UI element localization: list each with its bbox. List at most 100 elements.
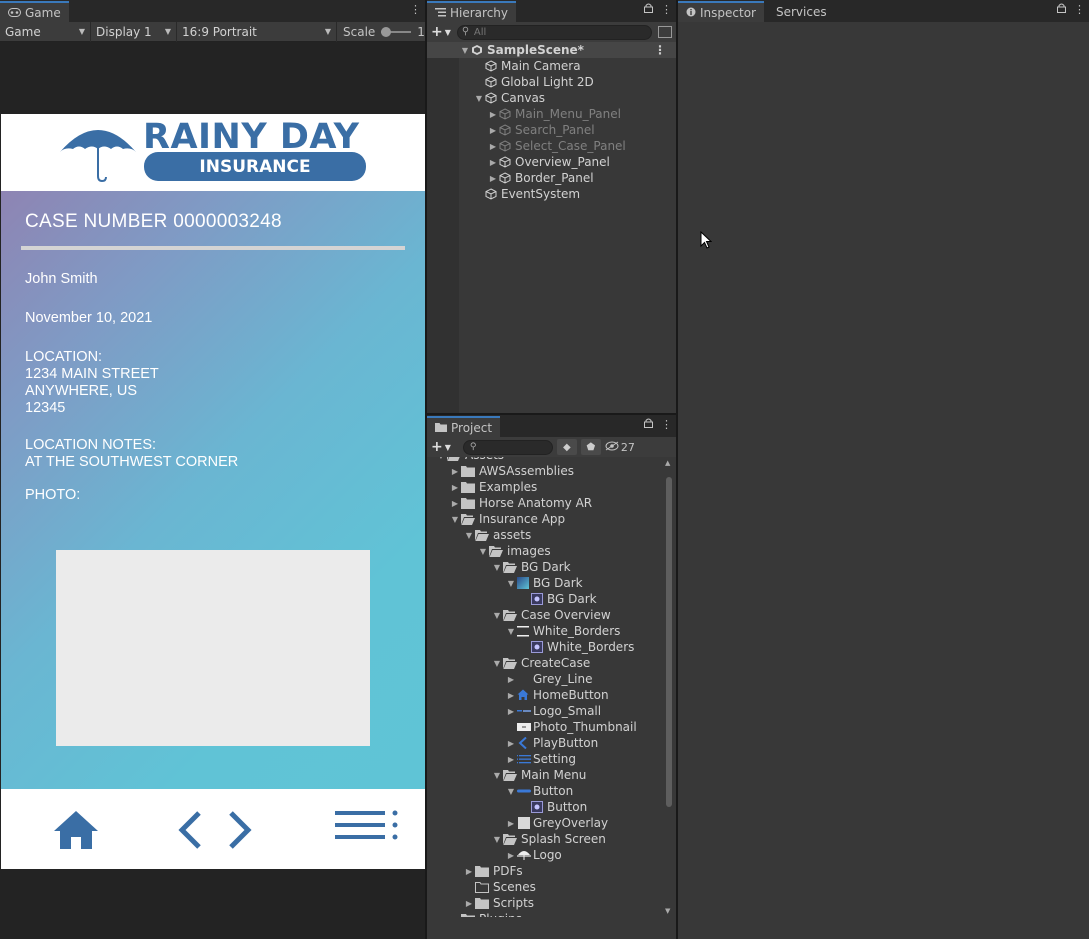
- project-item[interactable]: ▼ BG Dark: [427, 575, 662, 591]
- project-item[interactable]: ▶ Horse Anatomy AR: [427, 495, 662, 511]
- expand-down-icon[interactable]: ▼: [477, 547, 489, 556]
- tab-services[interactable]: Services: [764, 1, 835, 22]
- expand-down-icon[interactable]: ▼: [491, 771, 503, 780]
- kebab-menu-icon[interactable]: ⋮: [661, 418, 672, 431]
- expand-down-icon[interactable]: ▼: [491, 659, 503, 668]
- kebab-menu-icon[interactable]: ⋮: [661, 3, 672, 16]
- hierarchy-item[interactable]: ▼ SampleScene* ⋮: [427, 42, 676, 58]
- scroll-thumb[interactable]: [666, 477, 672, 807]
- expand-right-icon[interactable]: ▶: [487, 158, 499, 167]
- project-item[interactable]: ▶ HomeButton: [427, 687, 662, 703]
- project-item[interactable]: ▼ BG Dark: [427, 559, 662, 575]
- expand-right-icon[interactable]: ▶: [505, 819, 517, 828]
- hierarchy-item[interactable]: ▶ Search_Panel: [427, 122, 676, 138]
- project-item[interactable]: ▼ Button: [427, 783, 662, 799]
- project-item[interactable]: ▶ AWSAssemblies: [427, 463, 662, 479]
- expand-right-icon[interactable]: ▶: [487, 174, 499, 183]
- project-item[interactable]: ▼ Case Overview: [427, 607, 662, 623]
- hierarchy-search-input[interactable]: ⚲ All: [456, 24, 652, 40]
- expand-right-icon[interactable]: ▶: [505, 691, 517, 700]
- expand-down-icon[interactable]: ▼: [459, 46, 471, 55]
- hierarchy-item[interactable]: Global Light 2D: [427, 74, 676, 90]
- project-item[interactable]: ▶ Plugins: [427, 911, 662, 917]
- create-dropdown-button[interactable]: + ▼: [431, 24, 451, 40]
- expand-down-icon[interactable]: ▼: [505, 579, 517, 588]
- search-by-label-button[interactable]: ⬟: [580, 439, 601, 455]
- display-dropdown[interactable]: Display 1 ▼: [91, 21, 177, 42]
- menu-icon[interactable]: [334, 810, 400, 853]
- project-scrollbar[interactable]: ▲ ▼: [664, 457, 674, 917]
- expand-down-icon[interactable]: ▼: [435, 457, 447, 460]
- lock-icon[interactable]: [644, 3, 653, 16]
- expand-right-icon[interactable]: ▶: [449, 499, 461, 508]
- project-item[interactable]: ▼ images: [427, 543, 662, 559]
- lock-icon[interactable]: [1057, 3, 1066, 16]
- kebab-menu-icon[interactable]: ⋮: [654, 43, 666, 57]
- expand-right-icon[interactable]: ▶: [505, 851, 517, 860]
- hierarchy-item[interactable]: ▶ Overview_Panel: [427, 154, 676, 170]
- hierarchy-item[interactable]: EventSystem: [427, 186, 676, 202]
- hierarchy-item[interactable]: ▼ Canvas: [427, 90, 676, 106]
- expand-right-icon[interactable]: ▶: [487, 126, 499, 135]
- hierarchy-item[interactable]: ▶ Main_Menu_Panel: [427, 106, 676, 122]
- expand-right-icon[interactable]: ▶: [505, 755, 517, 764]
- lock-icon[interactable]: [644, 418, 653, 431]
- expand-down-icon[interactable]: ▼: [449, 515, 461, 524]
- hierarchy-item[interactable]: ▶ Border_Panel: [427, 170, 676, 186]
- hidden-packages-toggle[interactable]: 27: [605, 441, 635, 454]
- game-mode-dropdown[interactable]: Game ▼: [0, 21, 91, 42]
- project-item[interactable]: ▶ GreyOverlay: [427, 815, 662, 831]
- project-item[interactable]: ▼ assets: [427, 527, 662, 543]
- expand-down-icon[interactable]: ▼: [491, 835, 503, 844]
- expand-right-icon[interactable]: ▶: [463, 899, 475, 908]
- photo-placeholder[interactable]: [56, 550, 370, 746]
- aspect-dropdown[interactable]: 16:9 Portrait ▼: [177, 21, 337, 42]
- hierarchy-item[interactable]: Main Camera: [427, 58, 676, 74]
- expand-right-icon[interactable]: ▶: [505, 739, 517, 748]
- project-item[interactable]: ▶ Setting: [427, 751, 662, 767]
- expand-right-icon[interactable]: ▶: [449, 467, 461, 476]
- expand-right-icon[interactable]: ▶: [505, 675, 517, 684]
- project-item[interactable]: Button: [427, 799, 662, 815]
- search-by-type-button[interactable]: ◆: [556, 439, 577, 455]
- project-item[interactable]: ▼ Splash Screen: [427, 831, 662, 847]
- kebab-menu-icon[interactable]: ⋮: [410, 3, 421, 16]
- project-item[interactable]: ▶ Logo: [427, 847, 662, 863]
- expand-right-icon[interactable]: ▶: [487, 142, 499, 151]
- scale-slider[interactable]: [381, 26, 412, 37]
- hierarchy-item[interactable]: ▶ Select_Case_Panel: [427, 138, 676, 154]
- tab-inspector[interactable]: Inspector: [678, 1, 764, 22]
- expand-right-icon[interactable]: ▶: [487, 110, 499, 119]
- project-search-input[interactable]: ⚲: [462, 439, 553, 455]
- project-item[interactable]: White_Borders: [427, 639, 662, 655]
- expand-down-icon[interactable]: ▼: [505, 787, 517, 796]
- tab-game[interactable]: Game: [0, 1, 69, 22]
- project-item[interactable]: ▼ White_Borders: [427, 623, 662, 639]
- expand-down-icon[interactable]: ▼: [463, 531, 475, 540]
- kebab-menu-icon[interactable]: ⋮: [1074, 3, 1085, 16]
- chevron-left-icon[interactable]: [177, 810, 203, 853]
- project-item[interactable]: ▼ Insurance App: [427, 511, 662, 527]
- scroll-down-icon[interactable]: ▼: [665, 907, 670, 915]
- project-item[interactable]: ▼ CreateCase: [427, 655, 662, 671]
- tab-hierarchy[interactable]: Hierarchy: [427, 1, 517, 22]
- scene-visibility-icon[interactable]: [658, 26, 672, 38]
- project-item[interactable]: BG Dark: [427, 591, 662, 607]
- expand-right-icon[interactable]: ▶: [449, 915, 461, 918]
- project-item[interactable]: Scenes: [427, 879, 662, 895]
- expand-right-icon[interactable]: ▶: [463, 867, 475, 876]
- tab-project[interactable]: Project: [427, 416, 501, 437]
- expand-down-icon[interactable]: ▼: [491, 563, 503, 572]
- expand-down-icon[interactable]: ▼: [473, 94, 485, 103]
- project-item[interactable]: Photo_Thumbnail: [427, 719, 662, 735]
- project-item[interactable]: ▼ Main Menu: [427, 767, 662, 783]
- home-icon[interactable]: [53, 810, 99, 853]
- project-item[interactable]: ▶ Examples: [427, 479, 662, 495]
- scroll-up-icon[interactable]: ▲: [665, 459, 670, 467]
- project-item[interactable]: ▶ Grey_Line: [427, 671, 662, 687]
- project-item[interactable]: ▶ PlayButton: [427, 735, 662, 751]
- create-asset-button[interactable]: + ▼: [431, 439, 451, 455]
- project-item[interactable]: ▶ Scripts: [427, 895, 662, 911]
- chevron-right-icon[interactable]: [227, 810, 253, 853]
- expand-right-icon[interactable]: ▶: [449, 483, 461, 492]
